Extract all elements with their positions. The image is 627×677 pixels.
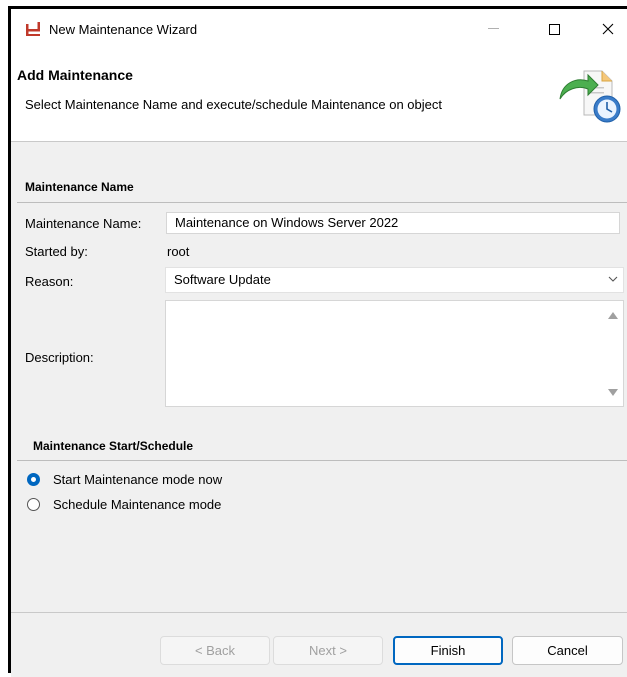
page-description: Select Maintenance Name and execute/sche… (25, 97, 442, 112)
title-bar[interactable]: New Maintenance Wizard (11, 9, 627, 49)
section-title-maintenance-name: Maintenance Name (25, 180, 134, 194)
section-title-start-schedule: Maintenance Start/Schedule (33, 439, 194, 453)
close-button[interactable] (588, 13, 627, 45)
description-textarea[interactable] (165, 300, 624, 407)
finish-button[interactable]: Finish (393, 636, 503, 665)
wizard-window: New Maintenance Wizard Add Maintenance S… (8, 6, 627, 677)
schedule-label[interactable]: Schedule Maintenance mode (53, 497, 221, 512)
wizard-footer: < Back Next > Finish Cancel (11, 612, 627, 677)
section-separator (17, 202, 627, 203)
chevron-down-icon (608, 276, 618, 282)
wizard-header: Add Maintenance Select Maintenance Name … (11, 49, 627, 142)
scroll-down-icon[interactable] (608, 389, 618, 396)
maintenance-name-label: Maintenance Name: (25, 216, 142, 231)
cancel-button[interactable]: Cancel (512, 636, 623, 665)
next-button[interactable]: Next > (273, 636, 383, 665)
back-button[interactable]: < Back (160, 636, 270, 665)
reason-label: Reason: (25, 274, 74, 289)
reason-select[interactable]: Software Update (165, 267, 624, 293)
maximize-icon (548, 23, 560, 35)
minimize-icon (487, 28, 499, 29)
schedule-clock-icon (559, 70, 621, 123)
section-separator (17, 460, 627, 461)
description-label: Description: (25, 350, 94, 365)
scroll-up-icon[interactable] (608, 312, 618, 319)
minimize-button[interactable] (473, 13, 513, 45)
wizard-body: Maintenance Name Maintenance Name: Maint… (11, 142, 627, 612)
window-title: New Maintenance Wizard (49, 22, 198, 37)
started-by-value: root (167, 244, 190, 259)
maintenance-app-icon (26, 22, 40, 36)
started-by-label: Started by: (25, 244, 88, 259)
schedule-radio[interactable] (27, 498, 40, 511)
maximize-button[interactable] (534, 13, 574, 45)
start-now-label[interactable]: Start Maintenance mode now (53, 472, 222, 487)
close-icon (602, 23, 614, 35)
maintenance-name-input[interactable]: Maintenance on Windows Server 2022 (166, 212, 620, 234)
page-title: Add Maintenance (17, 67, 133, 83)
start-now-radio[interactable] (27, 473, 40, 486)
reason-selected-value: Software Update (174, 272, 271, 287)
